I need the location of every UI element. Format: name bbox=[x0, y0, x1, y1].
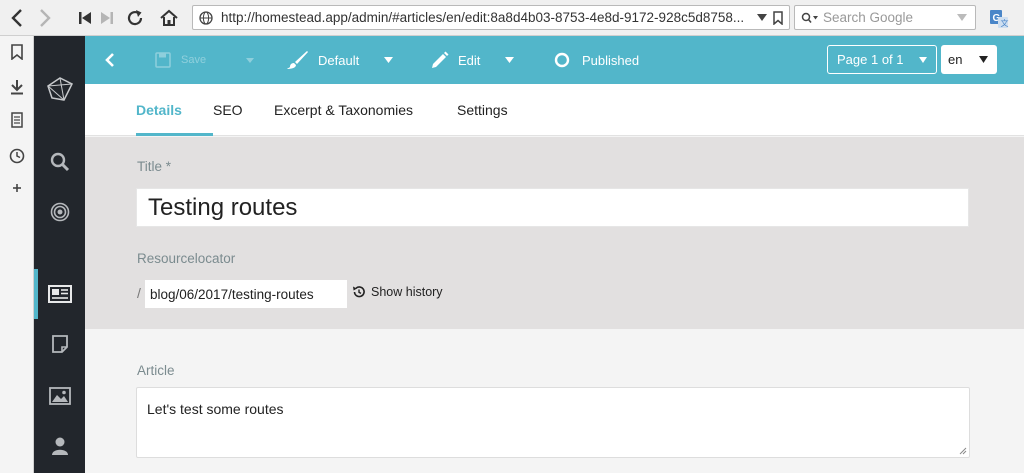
search-icon[interactable] bbox=[34, 142, 85, 182]
publish-status[interactable]: Published bbox=[554, 36, 639, 84]
pencil-icon bbox=[432, 51, 449, 68]
url-bar[interactable]: http://homestead.app/admin/#articles/en/… bbox=[192, 5, 790, 30]
show-history-button[interactable]: Show history bbox=[352, 285, 443, 299]
tab-seo[interactable]: SEO bbox=[213, 84, 243, 136]
tab-excerpt-taxonomies[interactable]: Excerpt & Taxonomies bbox=[274, 84, 413, 136]
resource-locator-label: Resourcelocator bbox=[137, 251, 236, 266]
reload-icon[interactable] bbox=[124, 6, 146, 30]
title-input[interactable]: Testing routes bbox=[136, 188, 969, 227]
browser-sidebar bbox=[0, 36, 34, 473]
chevron-left-icon bbox=[105, 53, 114, 67]
url-dropdown-icon[interactable] bbox=[757, 13, 767, 22]
downloads-icon[interactable] bbox=[7, 77, 27, 97]
media-icon[interactable] bbox=[34, 376, 85, 416]
globe-icon bbox=[199, 10, 213, 25]
bookmarks-icon[interactable] bbox=[7, 42, 27, 62]
notes-icon[interactable] bbox=[7, 110, 27, 130]
skip-forward-icon[interactable] bbox=[96, 6, 118, 30]
page-chevron-icon bbox=[919, 57, 927, 63]
tab-settings[interactable]: Settings bbox=[457, 84, 508, 136]
save-label: Save bbox=[181, 54, 207, 66]
url-text[interactable]: http://homestead.app/admin/#articles/en/… bbox=[221, 10, 751, 25]
history-clock-icon[interactable] bbox=[7, 146, 27, 166]
article-textarea[interactable]: Let's test some routes bbox=[136, 387, 970, 458]
page-label: Page 1 of 1 bbox=[837, 52, 904, 67]
articles-icon[interactable] bbox=[34, 274, 85, 314]
tab-bar: Details SEO Excerpt & Taxonomies Setting… bbox=[85, 84, 1024, 136]
app-navigation bbox=[34, 36, 85, 473]
history-icon bbox=[353, 286, 365, 298]
forward-icon[interactable] bbox=[34, 6, 56, 30]
template-label: Default bbox=[318, 52, 360, 68]
webspaces-icon[interactable] bbox=[34, 192, 85, 232]
locale-chevron-icon bbox=[979, 56, 988, 63]
show-history-label: Show history bbox=[371, 285, 443, 299]
template-dropdown[interactable]: Default bbox=[285, 36, 394, 84]
save-dropdown-icon bbox=[246, 57, 255, 63]
home-icon[interactable] bbox=[158, 6, 180, 30]
svg-text:文: 文 bbox=[1001, 18, 1009, 28]
browser-toolbar: http://homestead.app/admin/#articles/en/… bbox=[0, 0, 1024, 36]
article-text: Let's test some routes bbox=[147, 401, 284, 417]
template-chevron-icon bbox=[384, 57, 394, 63]
skip-back-icon[interactable] bbox=[74, 6, 96, 30]
edit-label: Edit bbox=[458, 52, 481, 68]
locale-label: en bbox=[948, 52, 963, 67]
search-engine-icon[interactable] bbox=[801, 12, 819, 24]
edit-chevron-icon bbox=[505, 57, 515, 63]
resource-prefix: / bbox=[137, 285, 141, 301]
resize-handle-icon[interactable] bbox=[959, 447, 967, 455]
search-box[interactable]: Search Google bbox=[794, 5, 976, 30]
back-icon[interactable] bbox=[6, 6, 28, 30]
back-button[interactable] bbox=[105, 36, 115, 84]
bookmark-icon[interactable] bbox=[773, 10, 783, 25]
logo-icon[interactable] bbox=[34, 66, 85, 112]
floppy-icon bbox=[155, 52, 171, 68]
article-label: Article bbox=[137, 363, 175, 378]
snippets-icon[interactable] bbox=[34, 324, 85, 364]
active-tab-underline bbox=[136, 133, 213, 136]
translate-icon[interactable]: G文 bbox=[988, 7, 1010, 31]
add-panel-icon[interactable] bbox=[7, 178, 27, 198]
status-label: Published bbox=[582, 52, 640, 68]
resource-locator-input[interactable]: blog/06/2017/testing-routes bbox=[145, 280, 347, 308]
save-button[interactable]: Save bbox=[155, 36, 255, 84]
search-input[interactable]: Search Google bbox=[823, 10, 957, 25]
search-dropdown-icon[interactable] bbox=[957, 13, 967, 22]
paintbrush-icon bbox=[287, 51, 308, 69]
app-header: Save Default Edit Published Page 1 of 1 … bbox=[85, 36, 1024, 84]
tab-details[interactable]: Details bbox=[136, 84, 182, 136]
locale-select[interactable]: en bbox=[941, 45, 997, 74]
edit-dropdown[interactable]: Edit bbox=[431, 36, 515, 84]
title-label: Title * bbox=[137, 159, 172, 174]
status-circle-icon bbox=[554, 52, 570, 68]
contacts-icon[interactable] bbox=[34, 426, 85, 466]
page-select[interactable]: Page 1 of 1 bbox=[827, 45, 937, 74]
